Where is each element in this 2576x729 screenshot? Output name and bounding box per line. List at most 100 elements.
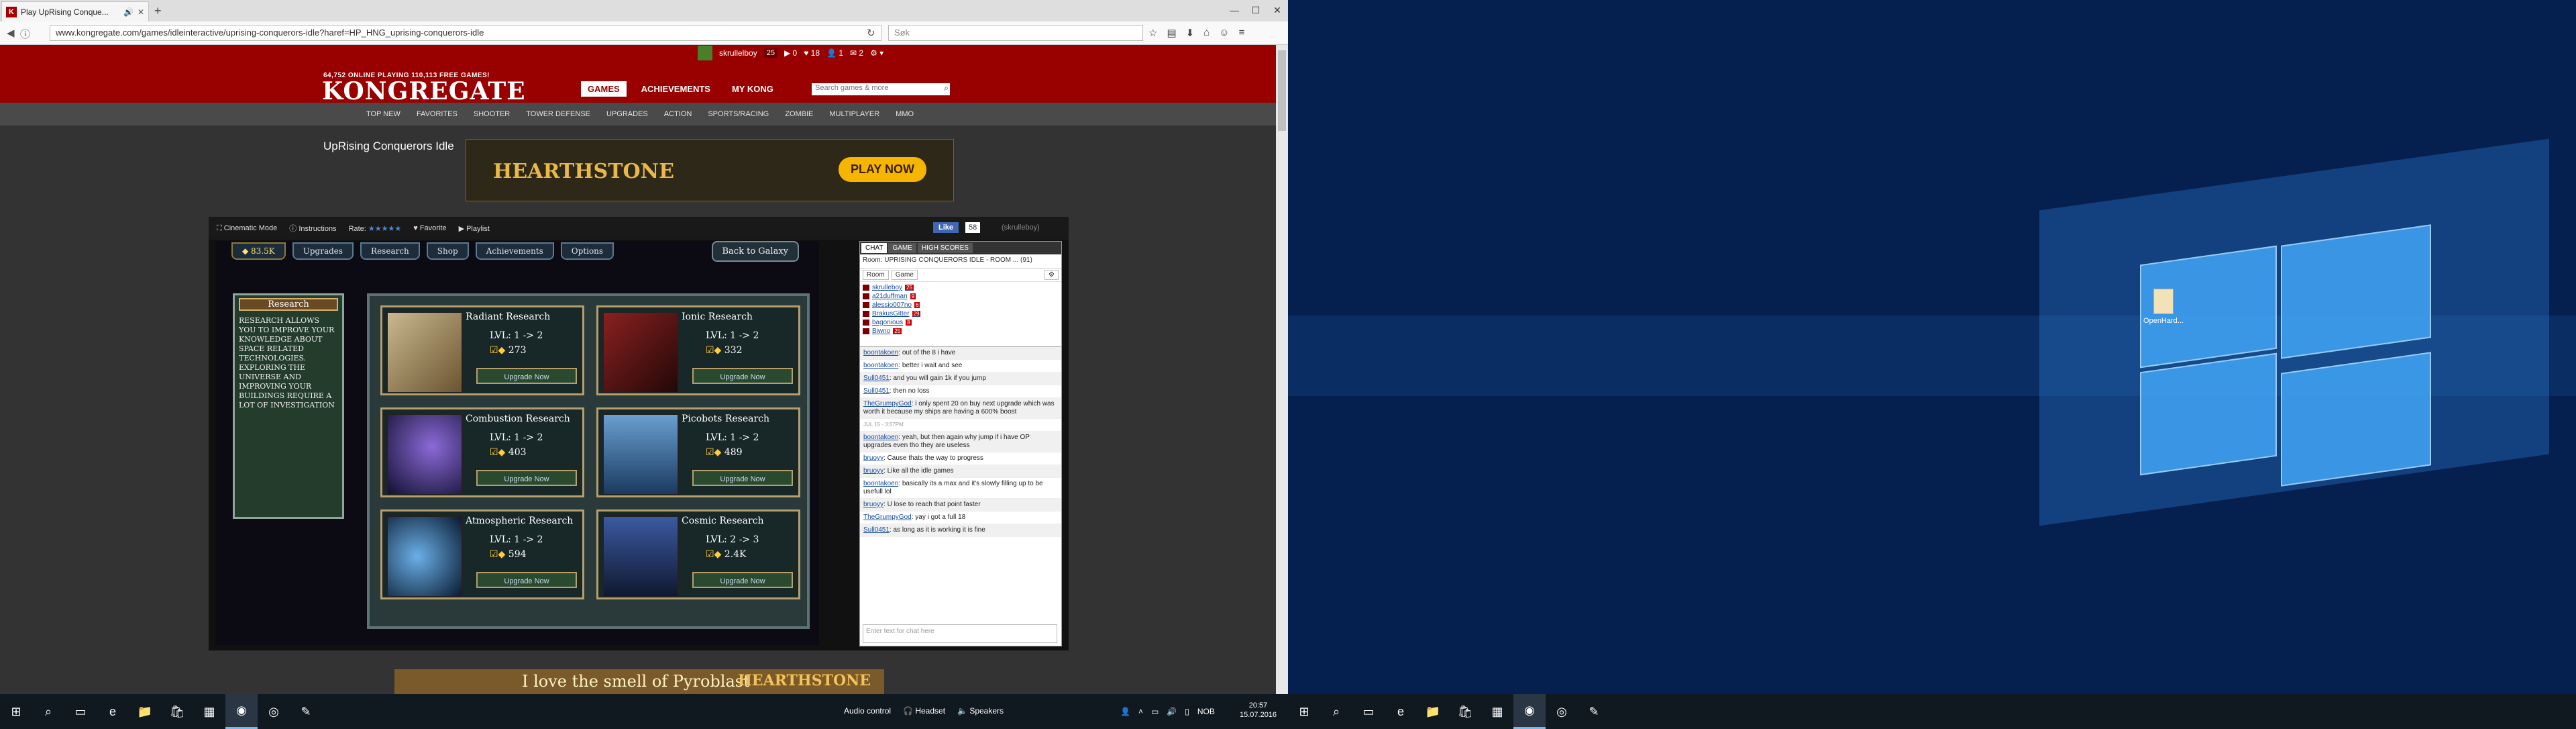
tab-upgrades[interactable]: Upgrades (292, 242, 354, 260)
upgrade-now-button[interactable]: Upgrade Now (476, 572, 577, 588)
volume-icon[interactable]: 🔊 (1167, 707, 1177, 716)
network-icon[interactable]: ▭ (1151, 707, 1159, 716)
game-canvas[interactable]: ◆ 83.5K Upgrades Research Shop Achieveme… (215, 241, 819, 645)
chat-messages[interactable]: boontakoen: out of the 8 i have boontako… (860, 347, 1061, 595)
notepad-icon[interactable]: ✎ (1578, 694, 1610, 729)
task-view-icon[interactable]: ▭ (64, 694, 97, 729)
store-icon[interactable]: 🛍 (1449, 694, 1481, 729)
heart-count-icon[interactable]: ♥ 18 (804, 48, 820, 58)
messages-count-icon[interactable]: ✉ 2 (850, 48, 863, 58)
instructions-button[interactable]: ⓘ Instructions (289, 223, 336, 234)
menu-icon[interactable]: ≡ (1239, 27, 1245, 39)
file-explorer-icon[interactable]: 📁 (129, 694, 161, 729)
subnav-tower-defense[interactable]: TOWER DEFENSE (526, 110, 590, 118)
search-icon[interactable]: ⌕ (1320, 694, 1352, 729)
file-explorer-icon[interactable]: 📁 (1417, 694, 1449, 729)
browser-search-input[interactable]: Søk (888, 25, 1143, 41)
browser-tab[interactable]: K Play UpRising Conque... 🔊 ✕ (1, 1, 149, 21)
subnav-sports-racing[interactable]: SPORTS/RACING (708, 110, 769, 118)
friends-count-icon[interactable]: 👤 1 (826, 48, 843, 58)
home-icon[interactable]: ⌂ (1203, 27, 1210, 39)
subnav-top-new[interactable]: TOP NEW (366, 110, 400, 118)
subnav-upgrades[interactable]: UPGRADES (606, 110, 648, 118)
download-icon[interactable]: ⬇ (1186, 27, 1195, 39)
upgrade-now-button[interactable]: Upgrade Now (692, 572, 793, 588)
subtab-room[interactable]: Room (863, 270, 889, 280)
tab-options[interactable]: Options (560, 242, 614, 260)
chrome-icon[interactable]: ◎ (258, 694, 290, 729)
upgrade-now-button[interactable]: Upgrade Now (476, 368, 577, 384)
list-item[interactable]: skrulleboy 25 (863, 283, 1059, 292)
audio-control[interactable]: Audio control 🎧 Headset 🔈 Speakers (844, 706, 1004, 716)
battery-icon[interactable]: ▯ (1185, 707, 1189, 716)
list-item[interactable]: bagonious 8 (863, 318, 1059, 327)
rating[interactable]: Rate: ★★★★★ (349, 224, 402, 233)
back-icon[interactable]: ◀ (7, 27, 15, 39)
top-ad-banner[interactable]: HEARTHSTONE PLAY NOW (466, 139, 954, 201)
task-view-icon[interactable]: ▭ (1352, 694, 1385, 729)
subnav-action[interactable]: ACTION (664, 110, 692, 118)
playlist-button[interactable]: ▶ Playlist (459, 224, 490, 233)
calculator-icon[interactable]: ▦ (1481, 694, 1513, 729)
tab-achievements[interactable]: Achievements (475, 242, 554, 260)
chat-room-name[interactable]: Room: UPRISING CONQUERORS IDLE - ROOM ..… (860, 254, 1061, 269)
headset-option[interactable]: 🎧 Headset (903, 706, 945, 716)
cinematic-mode-button[interactable]: ⛶ Cinematic Mode (217, 224, 277, 233)
start-button-icon[interactable]: ⊞ (1288, 694, 1320, 729)
search-icon[interactable]: ⌕ (32, 694, 64, 729)
rating-stars-icon[interactable]: ★★★★★ (368, 225, 401, 233)
reload-icon[interactable]: ↻ (867, 27, 875, 39)
firefox-icon[interactable]: ◉ (1513, 694, 1546, 729)
list-item[interactable]: alessio007no 6 (863, 301, 1059, 309)
calculator-icon[interactable]: ▦ (193, 694, 225, 729)
kong-search-input[interactable]: Search games & more ⌕ (812, 83, 950, 95)
tab-high-scores[interactable]: HIGH SCORES (917, 243, 973, 253)
subtab-game[interactable]: Game (891, 270, 918, 280)
settings-gear-icon[interactable]: ⚙ ▾ (870, 48, 883, 58)
tray-arrow-icon[interactable]: ˄ (1138, 707, 1143, 716)
nav-achievements[interactable]: ACHIEVEMENTS (635, 81, 717, 97)
facebook-like-button[interactable]: Like (933, 222, 959, 233)
subnav-mmo[interactable]: MMO (896, 110, 914, 118)
kongregate-logo[interactable]: KONGREGATE (322, 77, 526, 105)
subnav-multiplayer[interactable]: MULTIPLAYER (829, 110, 879, 118)
upgrade-now-button[interactable]: Upgrade Now (692, 368, 793, 384)
scrollbar-thumb[interactable] (1278, 50, 1286, 131)
people-icon[interactable]: 👤 (1120, 707, 1130, 716)
url-bar[interactable]: www.kongregate.com/games/idleinteractive… (50, 25, 881, 41)
upgrade-now-button[interactable]: Upgrade Now (476, 470, 577, 486)
taskbar-clock[interactable]: 20:57 15.07.2016 (1240, 701, 1277, 720)
username[interactable]: skrullelboy (719, 48, 757, 58)
subnav-zombie[interactable]: ZOMBIE (785, 110, 813, 118)
page-scrollbar[interactable] (1276, 45, 1288, 694)
store-icon[interactable]: 🛍 (161, 694, 193, 729)
new-tab-button[interactable]: + (154, 4, 162, 18)
tab-chat[interactable]: CHAT (861, 243, 888, 253)
speaker-icon[interactable]: 🔊 (123, 7, 133, 17)
ad-play-now-button[interactable]: PLAY NOW (838, 157, 926, 182)
bottom-ad-banner[interactable]: I love the smell of Pyroblast HEARTHSTON… (394, 669, 884, 694)
search-icon[interactable]: ⌕ (944, 83, 949, 93)
nav-games[interactable]: GAMES (581, 81, 627, 97)
chat-settings-icon[interactable]: ⚙ (1044, 270, 1059, 280)
tab-research[interactable]: Research (360, 242, 420, 260)
keyboard-language[interactable]: NOB (1197, 707, 1215, 716)
minimize-button[interactable]: — (1224, 0, 1245, 20)
back-to-galaxy-button[interactable]: Back to Galaxy (711, 241, 799, 262)
speakers-option[interactable]: 🔈 Speakers (957, 706, 1004, 716)
chat-user-list[interactable]: skrulleboy 25 a21duffman 9 alessio007no 6 B… (860, 282, 1061, 347)
subnav-shooter[interactable]: SHOOTER (474, 110, 510, 118)
play-count-icon[interactable]: ▶ 0 (784, 48, 797, 58)
tab-shop[interactable]: Shop (426, 242, 469, 260)
upgrade-now-button[interactable]: Upgrade Now (692, 470, 793, 486)
list-item[interactable]: Biwno 25 (863, 327, 1059, 336)
start-button-icon[interactable]: ⊞ (0, 694, 32, 729)
desktop-file-icon[interactable]: OpenHard... (2133, 289, 2194, 325)
notepad-icon[interactable]: ✎ (290, 694, 322, 729)
firefox-icon[interactable]: ◉ (225, 694, 258, 729)
info-icon[interactable]: ⓘ (20, 27, 30, 41)
close-window-button[interactable]: ✕ (1267, 0, 1288, 20)
edge-icon[interactable]: e (1385, 694, 1417, 729)
close-tab-icon[interactable]: ✕ (138, 7, 144, 17)
chrome-icon[interactable]: ◎ (1546, 694, 1578, 729)
